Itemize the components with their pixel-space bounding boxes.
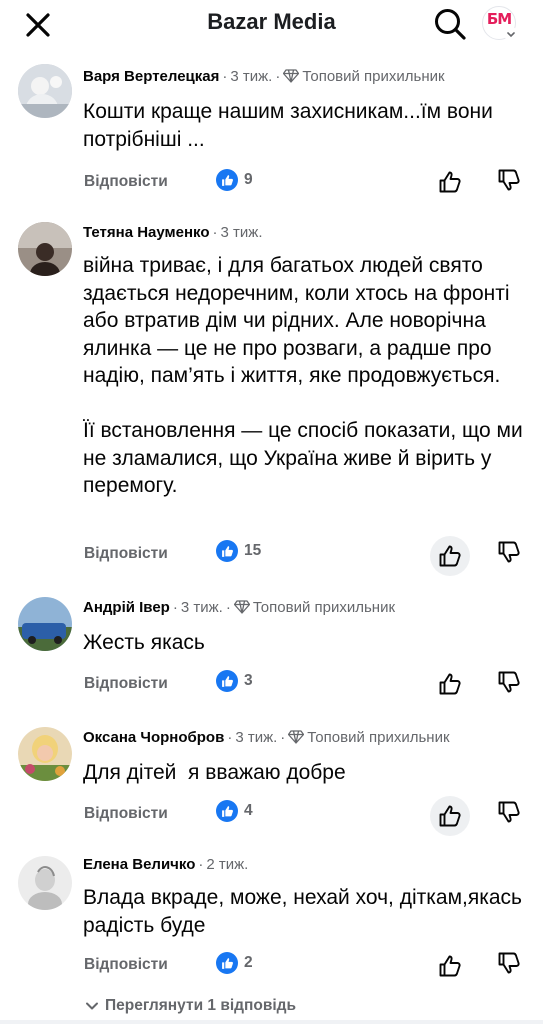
like-count: 15 xyxy=(244,542,262,559)
avatar[interactable] xyxy=(18,64,72,118)
view-replies-label: Переглянути 1 відповідь xyxy=(105,997,297,1014)
avatar[interactable] xyxy=(18,856,72,910)
timestamp[interactable]: 2 тиж. xyxy=(206,856,248,873)
reaction-count[interactable]: 9 xyxy=(216,169,253,191)
top-fan-badge: Топовий прихильник xyxy=(252,599,396,616)
divider xyxy=(0,1020,543,1024)
comment-meta: Андрій Івер · 3 тиж. · Топовий прихильник xyxy=(83,598,395,618)
reply-button[interactable]: Відповісти xyxy=(84,674,168,694)
separator: · xyxy=(275,68,281,85)
thumbs-up-icon xyxy=(439,673,461,695)
author-name[interactable]: Елена Величко xyxy=(83,856,195,873)
separator: · xyxy=(227,729,233,746)
thumbs-down-icon xyxy=(498,541,520,563)
thumbs-down-icon xyxy=(498,952,520,974)
reaction-count[interactable]: 4 xyxy=(216,800,253,822)
like-badge-icon xyxy=(216,670,238,692)
dislike-button[interactable] xyxy=(492,160,526,200)
author-name[interactable]: Варя Вертелецкая xyxy=(83,68,219,85)
separator: · xyxy=(212,224,218,241)
timestamp[interactable]: 3 тиж. xyxy=(235,729,277,746)
chevron-down-icon xyxy=(86,1002,98,1010)
thumbs-up-icon xyxy=(439,545,461,567)
top-bar: Bazar Media БМ xyxy=(0,0,543,48)
comment-paragraph: Її встановлення — це спосіб показати, що… xyxy=(83,419,523,497)
like-button[interactable] xyxy=(430,162,470,202)
top-fan-badge: Топовий прихильник xyxy=(302,68,445,85)
thumbs-up-icon xyxy=(439,955,461,977)
like-count: 9 xyxy=(244,171,253,188)
like-badge-icon xyxy=(216,540,238,562)
comment-meta: Елена Величко · 2 тиж. xyxy=(83,855,248,875)
avatar[interactable] xyxy=(18,727,72,781)
like-badge-icon xyxy=(216,952,238,974)
comment-paragraph: Жесть якась xyxy=(83,631,205,654)
comment-paragraph: війна триває, і для багатьох людей свято… xyxy=(83,254,510,387)
like-button[interactable] xyxy=(430,664,470,704)
view-replies-button[interactable]: Переглянути 1 відповідь xyxy=(84,996,296,1016)
comment-text: війна триває, і для багатьох людей свято… xyxy=(83,252,523,500)
reply-button[interactable]: Відповісти xyxy=(84,544,168,564)
reply-button[interactable]: Відповісти xyxy=(84,804,168,824)
dislike-button[interactable] xyxy=(492,792,526,832)
separator: · xyxy=(222,68,228,85)
comment-text: Влада вкраде, може, нехай хоч, діткам,як… xyxy=(83,884,523,939)
comment-text: Жесть якась xyxy=(83,629,523,657)
timestamp[interactable]: 3 тиж. xyxy=(181,599,223,616)
comment-meta: Оксана Чорнобров · 3 тиж. · Топовий прихильн… xyxy=(83,728,450,748)
reply-button[interactable]: Відповісти xyxy=(84,172,168,192)
like-badge-icon xyxy=(216,800,238,822)
separator: · xyxy=(280,729,286,746)
timestamp[interactable]: 3 тиж. xyxy=(230,68,272,85)
separator: · xyxy=(225,599,231,616)
separator: · xyxy=(172,599,178,616)
like-count: 2 xyxy=(244,954,253,971)
like-button[interactable] xyxy=(430,536,470,576)
thumbs-down-icon xyxy=(498,169,520,191)
comment-paragraph: Влада вкраде, може, нехай хоч, діткам,як… xyxy=(83,886,522,937)
chevron-down-icon[interactable] xyxy=(504,27,518,41)
top-fan-badge: Топовий прихильник xyxy=(307,729,450,746)
reaction-count[interactable]: 15 xyxy=(216,540,261,562)
like-button[interactable] xyxy=(430,946,470,986)
diamond-icon xyxy=(283,69,300,89)
dislike-button[interactable] xyxy=(492,943,526,983)
comment-text: Кошти краще нашим захисникам...їм вони п… xyxy=(83,98,523,153)
like-button[interactable] xyxy=(430,796,470,836)
timestamp[interactable]: 3 тиж. xyxy=(221,224,263,241)
avatar[interactable] xyxy=(18,597,72,651)
reply-button[interactable]: Відповісти xyxy=(84,955,168,975)
thumbs-down-icon xyxy=(498,801,520,823)
like-count: 3 xyxy=(244,672,253,689)
thumbs-down-icon xyxy=(498,671,520,693)
comment-paragraph: Кошти краще нашим захисникам...їм вони п… xyxy=(83,100,493,151)
close-icon[interactable] xyxy=(22,9,54,41)
author-name[interactable]: Оксана Чорнобров xyxy=(83,729,224,746)
thumbs-up-icon xyxy=(439,805,461,827)
like-badge-icon xyxy=(216,169,238,191)
thumbs-up-icon xyxy=(439,171,461,193)
like-count: 4 xyxy=(244,802,253,819)
author-name[interactable]: Тетяна Науменко xyxy=(83,224,210,241)
author-name[interactable]: Андрій Івер xyxy=(83,599,170,616)
comment-text: Для дітей я вважаю добре xyxy=(83,759,523,787)
comment-meta: Варя Вертелецкая · 3 тиж. · Топовий прихильн… xyxy=(83,67,445,87)
page-avatar-logo: БМ xyxy=(486,10,512,28)
diamond-icon xyxy=(233,600,250,620)
separator: · xyxy=(198,856,204,873)
dislike-button[interactable] xyxy=(492,532,526,572)
diamond-icon xyxy=(288,730,305,750)
dislike-button[interactable] xyxy=(492,662,526,702)
reaction-count[interactable]: 2 xyxy=(216,952,253,974)
reaction-count[interactable]: 3 xyxy=(216,670,253,692)
avatar[interactable] xyxy=(18,222,72,276)
comment-meta: Тетяна Науменко · 3 тиж. xyxy=(83,223,263,243)
comment-paragraph: Для дітей я вважаю добре xyxy=(83,761,346,784)
search-icon[interactable] xyxy=(432,6,468,42)
